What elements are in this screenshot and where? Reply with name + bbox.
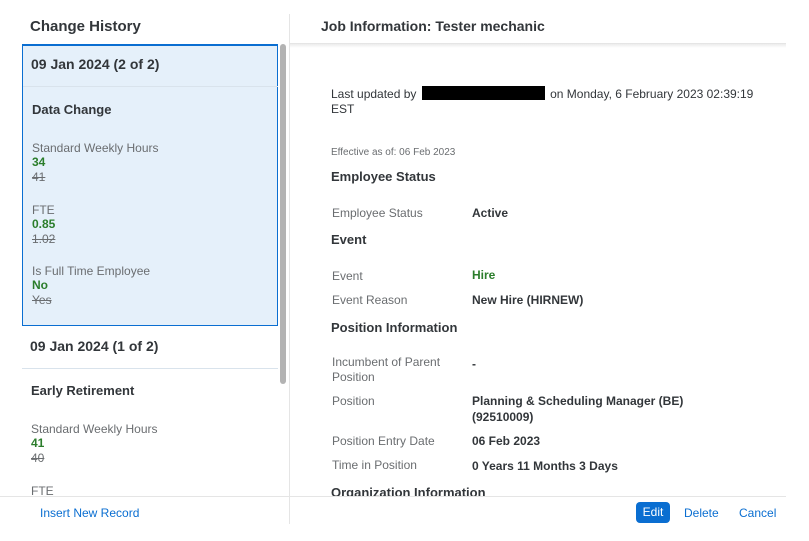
field-label-time-in-position: Time in Position (332, 458, 417, 472)
field-new-value: No (32, 278, 48, 292)
field-label: Standard Weekly Hours (31, 422, 158, 436)
last-updated-text: Last updated by on Monday, 6 February 20… (331, 86, 771, 117)
field-old-value: 41 (32, 170, 46, 184)
section-title-event: Event (331, 232, 367, 247)
field-value-position: Planning & Scheduling Manager (BE) (9251… (472, 394, 684, 424)
history-record-selected[interactable]: 09 Jan 2024 (2 of 2) Data Change Standar… (22, 44, 278, 326)
cancel-button[interactable]: Cancel (739, 506, 776, 520)
footer-divider (0, 496, 786, 497)
field-label-employee-status: Employee Status (332, 206, 423, 220)
change-history-list: 09 Jan 2024 (2 of 2) Data Change Standar… (22, 44, 278, 496)
section-title-organization: Organization Information (331, 485, 486, 496)
effective-date: Effective as of: 06 Feb 2023 (331, 147, 456, 158)
field-label: Is Full Time Employee (32, 264, 151, 278)
field-value-event-reason: New Hire (HIRNEW) (472, 293, 584, 307)
field-old-value: 1.02 (32, 232, 56, 246)
job-information-title: Job Information: Tester mechanic (290, 0, 786, 44)
scrollbar[interactable] (280, 44, 286, 384)
field-label-position-entry-date: Position Entry Date (332, 434, 435, 448)
field-value-time-in-position: 0 Years 11 Months 3 Days (472, 459, 618, 473)
history-record[interactable]: 09 Jan 2024 (1 of 2) Early Retirement St… (22, 326, 278, 496)
delete-button[interactable]: Delete (684, 506, 719, 520)
edit-button[interactable]: Edit (636, 502, 670, 523)
divider (22, 368, 278, 369)
divider (23, 86, 278, 87)
field-label: FTE (31, 484, 54, 496)
field-old-value: 40 (31, 451, 45, 465)
field-label-event-reason: Event Reason (332, 293, 408, 307)
field-old-value: Yes (32, 293, 52, 307)
record-date: 09 Jan 2024 (1 of 2) (30, 338, 159, 354)
record-date: 09 Jan 2024 (2 of 2) (31, 56, 160, 72)
field-label-position: Position (332, 394, 375, 408)
field-label: Standard Weekly Hours (32, 141, 159, 155)
field-new-value: 34 (32, 155, 46, 169)
field-new-value: 41 (31, 436, 45, 450)
job-information-content: Last updated by on Monday, 6 February 20… (290, 48, 786, 496)
section-title-employee-status: Employee Status (331, 169, 436, 184)
record-type: Data Change (32, 102, 112, 117)
record-type: Early Retirement (31, 383, 135, 398)
field-label: FTE (32, 203, 55, 217)
field-value-position-entry-date: 06 Feb 2023 (472, 434, 541, 448)
field-value-event-link[interactable]: Hire (472, 267, 712, 283)
field-label-incumbent: Incumbent of Parent Position (332, 355, 441, 384)
redacted-name-box (421, 86, 545, 100)
change-history-title: Change History (30, 18, 141, 35)
field-value-employee-status: Active (472, 206, 509, 220)
section-title-position: Position Information (331, 320, 458, 335)
field-new-value: 0.85 (32, 217, 56, 231)
field-label-event: Event (332, 269, 363, 283)
field-value-incumbent: - (472, 357, 476, 371)
insert-new-record-link[interactable]: Insert New Record (40, 506, 139, 520)
last-updated-prefix: Last updated by (331, 87, 417, 101)
